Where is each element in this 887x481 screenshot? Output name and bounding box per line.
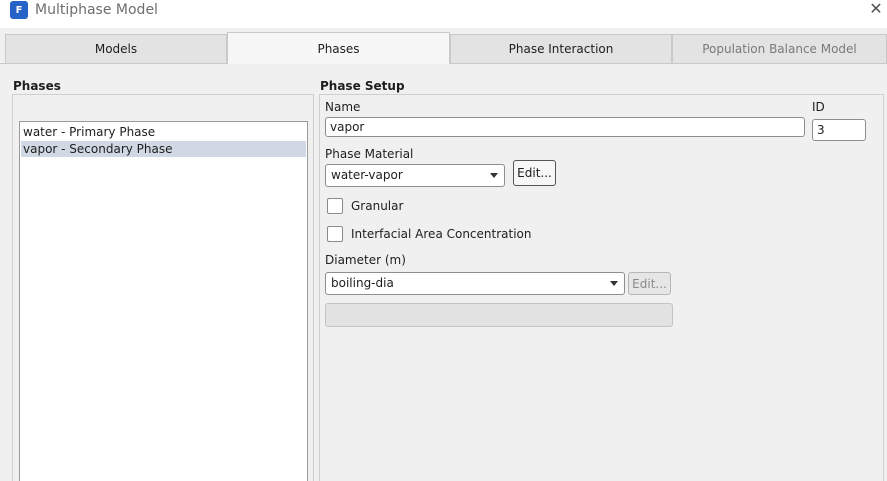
chevron-down-icon	[610, 281, 618, 286]
chevron-down-icon	[490, 173, 498, 178]
diameter-label: Diameter (m)	[325, 253, 406, 267]
diameter-dropdown[interactable]: boiling-dia	[325, 272, 625, 295]
phase-material-label: Phase Material	[325, 147, 414, 161]
phase-material-dropdown[interactable]: water-vapor	[325, 164, 505, 187]
id-label: ID	[812, 100, 825, 114]
tab-phases[interactable]: Phases	[227, 32, 450, 64]
id-field[interactable]: 3	[812, 119, 866, 141]
phases-list[interactable]: water - Primary Phase vapor - Secondary …	[19, 121, 308, 481]
phase-material-value: water-vapor	[331, 168, 403, 182]
granular-label: Granular	[351, 199, 404, 213]
interfacial-area-concentration-checkbox[interactable]	[327, 226, 343, 242]
tab-models[interactable]: Models	[5, 34, 227, 63]
name-field[interactable]: vapor	[325, 117, 805, 137]
diameter-value-field-disabled	[325, 303, 673, 327]
granular-checkbox[interactable]	[327, 198, 343, 214]
tab-strip: Models Phases Phase Interaction Populati…	[0, 28, 887, 64]
app-icon: F	[10, 1, 28, 19]
diameter-value: boiling-dia	[331, 276, 394, 290]
name-label: Name	[325, 100, 361, 114]
close-icon[interactable]: ✕	[867, 0, 885, 18]
tab-phase-interaction[interactable]: Phase Interaction	[450, 34, 672, 63]
title-bar: F Multiphase Model ✕	[0, 0, 887, 28]
window-title: Multiphase Model	[35, 2, 158, 18]
tab-population-balance-model: Population Balance Model	[672, 34, 887, 63]
diameter-edit-button: Edit...	[628, 272, 671, 295]
interfacial-area-concentration-label: Interfacial Area Concentration	[351, 227, 532, 241]
phases-section-title: Phases	[13, 79, 61, 93]
material-edit-button[interactable]: Edit...	[513, 160, 556, 186]
list-item-water[interactable]: water - Primary Phase	[21, 124, 306, 140]
phase-setup-section-title: Phase Setup	[320, 79, 405, 93]
list-item-vapor[interactable]: vapor - Secondary Phase	[21, 141, 306, 157]
